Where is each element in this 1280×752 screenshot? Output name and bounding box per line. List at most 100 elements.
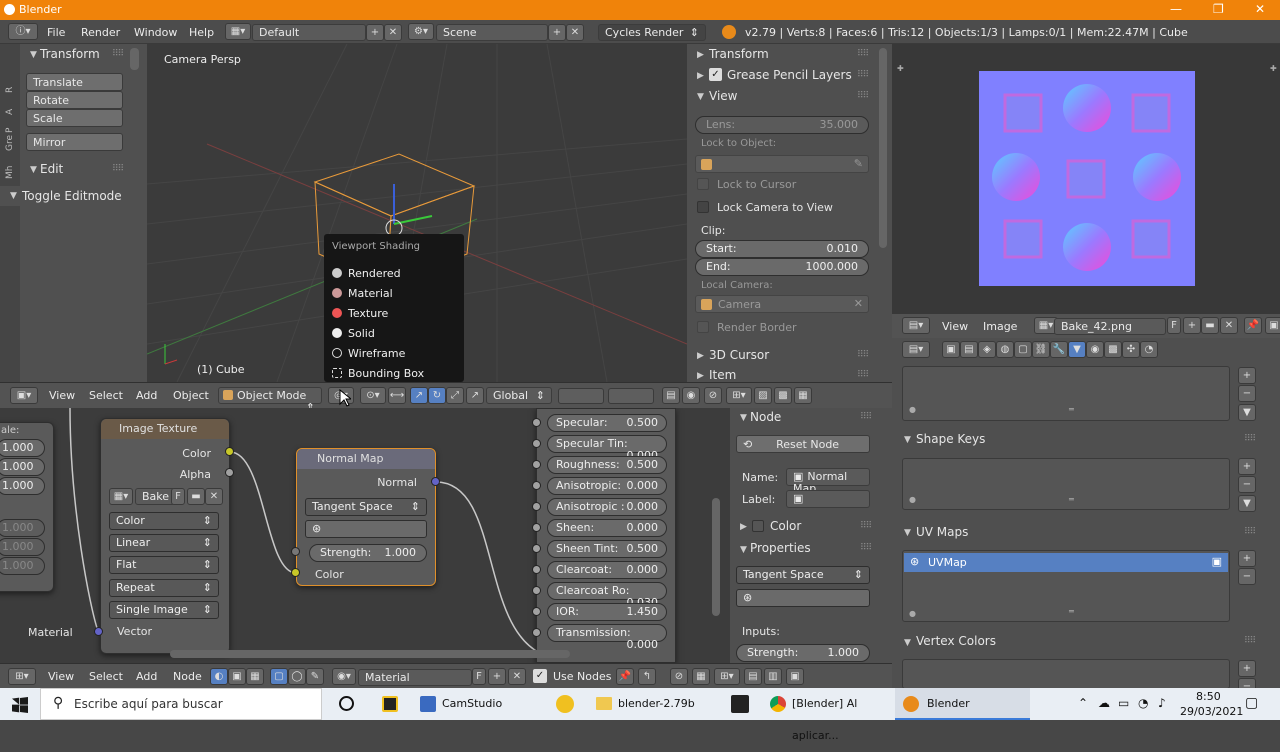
tab-mh[interactable]: Mh <box>5 163 15 179</box>
color-input-socket[interactable] <box>291 568 300 577</box>
pivot-icon[interactable]: ⊙▾ <box>360 387 386 404</box>
layers-grid[interactable] <box>558 388 604 404</box>
sticky-notes-icon[interactable] <box>382 696 398 712</box>
alpha-output-socket[interactable] <box>225 468 234 477</box>
tray-app-icon[interactable]: ☁ <box>1098 696 1110 710</box>
drag-grip-icon[interactable]: ⠿⠿ <box>857 49 869 59</box>
tab-tools[interactable]: R <box>5 77 15 93</box>
vertex-colors-list[interactable] <box>902 659 1230 689</box>
color-space-select[interactable]: Color ⇕ <box>109 512 219 530</box>
image-editor[interactable]: ✚ ✚ <box>892 44 1280 314</box>
bsdf-input-socket[interactable] <box>532 628 541 637</box>
constraints-tab-icon[interactable]: ⛓ <box>1032 341 1050 358</box>
bsdf-input-field[interactable]: Specular: 0.500 <box>547 414 667 432</box>
pin-icon[interactable]: 📌 <box>1244 317 1262 334</box>
menu-render[interactable]: Render <box>81 26 120 39</box>
resize-handle-icon[interactable]: ● <box>909 405 916 414</box>
render-border-checkbox[interactable] <box>697 321 709 333</box>
vertex-groups-list[interactable]: ● ═ <box>902 366 1230 421</box>
expand-triangle-icon[interactable]: ▼ <box>30 165 37 175</box>
tab-create[interactable]: A <box>5 99 15 115</box>
remove-uv-map-icon[interactable]: − <box>1238 568 1256 585</box>
snap-element-icon[interactable]: ▦ <box>692 668 710 685</box>
grease-pencil-checkbox[interactable]: ✓ <box>709 68 722 81</box>
object-shader-icon[interactable]: ▢ <box>270 668 288 685</box>
remove-scene-icon[interactable]: ✕ <box>566 24 584 41</box>
fake-user-button[interactable]: F <box>1167 317 1181 334</box>
taskbar-app-blender[interactable]: Blender <box>895 688 1030 720</box>
node-label-field[interactable]: ▣ <box>786 490 870 508</box>
world-tab-icon[interactable]: ◍ <box>996 341 1014 358</box>
backdrop-icon[interactable]: ▣ <box>786 668 804 685</box>
expand-triangle-icon[interactable]: ▼ <box>697 92 704 102</box>
drag-grip-icon[interactable]: ⠿⠿ <box>860 521 872 531</box>
clock-time[interactable]: 8:50 <box>1196 690 1221 703</box>
item-header[interactable]: Item <box>709 368 736 382</box>
clip-start-field[interactable]: Start: 0.010 <box>695 240 869 258</box>
region-toggle-icon[interactable]: ✚ <box>897 64 904 73</box>
color-checkbox[interactable] <box>752 520 764 532</box>
strength-field[interactable]: Strength: 1.000 <box>309 544 427 562</box>
fake-user-button[interactable]: F <box>171 488 185 505</box>
open-folder-icon[interactable]: ▬ <box>187 488 205 505</box>
bsdf-input-field[interactable]: Roughness: 0.500 <box>547 456 667 474</box>
translate-manip-icon[interactable]: ↗ <box>410 387 428 404</box>
opengl-anim-icon[interactable]: ▩ <box>774 387 792 404</box>
image-texture-header[interactable]: Image Texture <box>101 419 229 439</box>
strength-input-socket[interactable] <box>291 547 300 556</box>
collapsed-triangle-icon[interactable]: ▶ <box>740 522 747 532</box>
region-toggle-icon[interactable]: ✚ <box>1270 64 1277 73</box>
open-image-icon[interactable]: ▬ <box>1201 317 1219 334</box>
menu-select[interactable]: Select <box>89 389 123 402</box>
scene-field[interactable]: Scene <box>436 24 548 41</box>
taskbar-app-explorer[interactable]: blender-2.79b <box>590 688 725 720</box>
node-name-field[interactable]: ▣ Normal Map <box>786 468 870 495</box>
color-output-socket[interactable] <box>225 447 234 456</box>
menu-image[interactable]: Image <box>983 320 1017 333</box>
add-material-icon[interactable]: + <box>488 668 506 685</box>
menu-item-rendered[interactable]: Rendered <box>332 267 401 280</box>
scrollbar[interactable] <box>712 498 720 616</box>
drag-grip-icon[interactable]: ⠿⠿ <box>857 370 869 380</box>
rotate-manip-icon[interactable]: ↻ <box>428 387 446 404</box>
volume-icon[interactable]: ♪ <box>1158 696 1166 710</box>
node-space-select[interactable]: Tangent Space ⇕ <box>736 566 870 584</box>
menu-add[interactable]: Add <box>136 389 157 402</box>
uv-maps-list[interactable]: ⊛ UVMap ▣ ● ═ <box>902 550 1230 622</box>
properties-header[interactable]: Properties <box>750 541 811 555</box>
editor-type-icon[interactable]: ⊞▾ <box>8 668 36 685</box>
orientation-icon[interactable]: ↗ <box>466 387 484 404</box>
node-editor[interactable]: ale: 1.000 1.000 1.000 1.000 1.000 1.000… <box>0 408 730 663</box>
battery-icon[interactable]: ▭ <box>1118 696 1129 710</box>
menu-item-solid[interactable]: Solid <box>332 327 375 340</box>
unlink-material-icon[interactable]: ✕ <box>508 668 526 685</box>
camera-render-icon[interactable]: ▦ <box>794 387 812 404</box>
unlink-icon[interactable]: ✕ <box>205 488 223 505</box>
add-layout-icon[interactable]: + <box>366 24 384 41</box>
tab-relations[interactable]: P <box>5 117 15 133</box>
uv-map-field[interactable]: ⊛ <box>305 520 427 538</box>
space-select[interactable]: Tangent Space ⇕ <box>305 498 427 516</box>
scene-tab-icon[interactable]: ◈ <box>978 341 996 358</box>
rotate-button[interactable]: Rotate <box>26 91 123 109</box>
scrollbar[interactable] <box>879 48 887 248</box>
sunflower-app-icon[interactable] <box>556 695 574 713</box>
menu-view[interactable]: View <box>48 670 74 683</box>
add-shape-key-icon[interactable]: + <box>1238 458 1256 475</box>
grease-pencil-header[interactable]: Grease Pencil Layers <box>727 68 852 82</box>
drag-grip-icon[interactable]: ⠿⠿ <box>1244 636 1256 646</box>
toggle-editmode-header[interactable]: Toggle Editmode <box>22 189 122 203</box>
collapsed-triangle-icon[interactable]: ▶ <box>697 71 704 81</box>
local-camera-field[interactable]: Camera ✕ <box>695 295 869 313</box>
bsdf-input-socket[interactable] <box>532 481 541 490</box>
scale-button[interactable]: Scale <box>26 109 123 127</box>
bsdf-input-field[interactable]: Sheen: 0.000 <box>547 519 667 537</box>
lens-field[interactable]: Lens: 35.000 <box>695 116 869 134</box>
bsdf-input-socket[interactable] <box>532 460 541 469</box>
list-grip-icon[interactable]: ═ <box>1069 607 1074 616</box>
min-z-field[interactable]: 1.000 <box>0 557 45 575</box>
bsdf-input-field[interactable]: Clearcoat Ro:0.030 <box>547 582 667 609</box>
copy-icon[interactable]: ▤ <box>744 668 762 685</box>
image-texture-node[interactable]: Image Texture Color Alpha ▦▾ Bake F ▬ ✕ … <box>100 418 230 654</box>
menu-item-texture[interactable]: Texture <box>332 307 388 320</box>
